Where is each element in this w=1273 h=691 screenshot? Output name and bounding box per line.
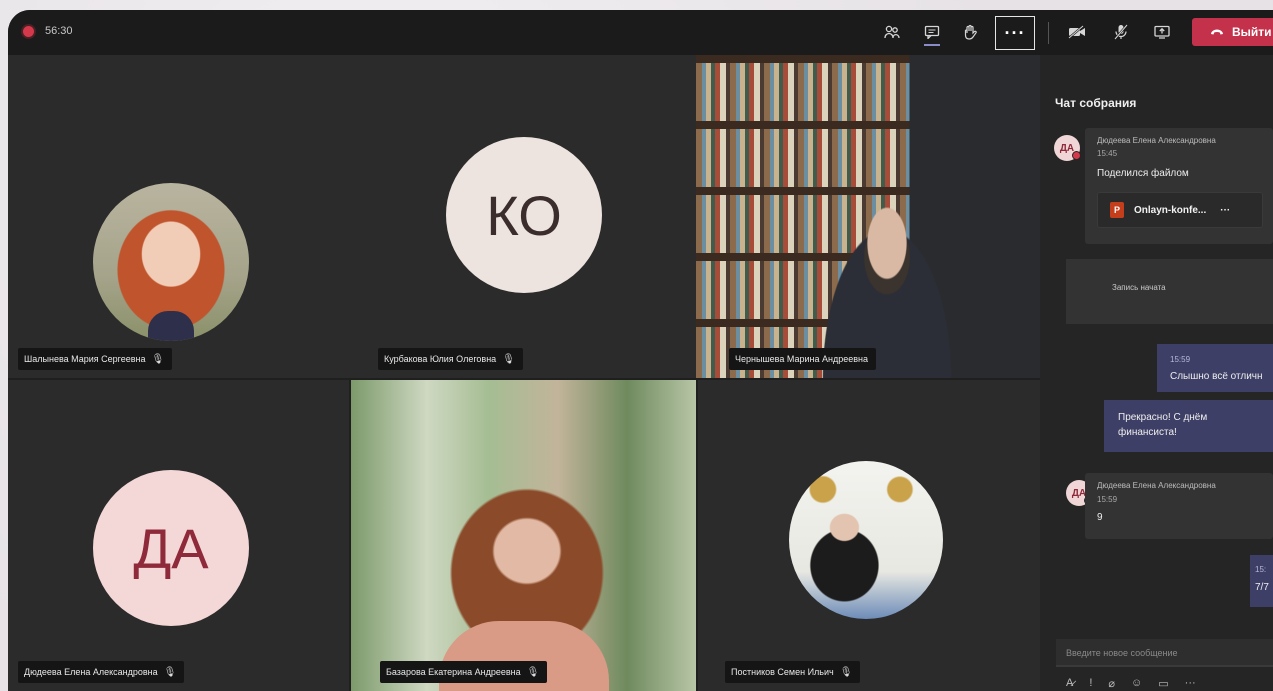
participant-tile[interactable]: ДА Дюдеева Елена Александровна 🎙︎ — [8, 380, 349, 691]
participant-nametag: Постников Семен Ильич 🎙︎ — [725, 661, 861, 683]
format-icon[interactable]: A̷ — [1066, 677, 1073, 690]
mic-off-icon: 🎙︎ — [163, 666, 177, 678]
participant-name: Чернышева Марина Андреевна — [735, 354, 868, 364]
participant-name: Базарова Екатерина Андреевна — [386, 667, 521, 677]
message-sender: Дюдеева Елена Александровна — [1097, 136, 1216, 145]
own-message[interactable]: Прекрасно! С днём финансиста! — [1104, 400, 1273, 452]
mic-off-icon: 🎙︎ — [151, 353, 165, 365]
participant-nametag: Шалынева Мария Сергеевна 🎙︎ — [18, 348, 173, 370]
meeting-timer: 56:30 — [45, 25, 73, 37]
participant-video-tile[interactable]: Базарова Екатерина Андреевна 🎙︎ — [351, 380, 696, 691]
message-text: 9 — [1097, 512, 1103, 523]
powerpoint-file-icon: P — [1110, 202, 1124, 218]
share-screen-icon[interactable] — [1148, 18, 1176, 46]
message-time: 15:59 — [1097, 495, 1118, 504]
participant-initials-avatar: КО — [446, 137, 602, 293]
participant-name: Постников Семен Ильич — [731, 667, 834, 677]
meeting-toolbar: 56:30 ··· Выйти — [8, 10, 1273, 55]
file-attachment[interactable]: P Onlayn-konfe... ··· — [1097, 192, 1263, 228]
participant-name: Шалынева Мария Сергеевна — [24, 354, 146, 364]
camera-off-icon[interactable] — [1063, 18, 1091, 46]
toolbar-divider — [1048, 22, 1049, 44]
own-message[interactable]: 15:59 Слышно всё отличн — [1157, 344, 1273, 392]
participant-nametag: Базарова Екатерина Андреевна 🎙︎ — [380, 661, 548, 683]
participant-tile[interactable]: Шалынева Мария Сергеевна 🎙︎ — [8, 55, 351, 378]
gif-icon[interactable]: ▭ — [1158, 677, 1168, 690]
participant-nametag: Дюдеева Елена Александровна 🎙︎ — [18, 661, 185, 683]
meeting-chat-panel: Чат собрания ДА Дюдеева Елена Александро… — [1040, 55, 1273, 691]
chat-message[interactable]: Дюдеева Елена Александровна 15:59 9 — [1085, 473, 1273, 539]
file-more-button[interactable]: ··· — [1220, 205, 1230, 216]
message-sender: Дюдеева Елена Александровна — [1097, 481, 1216, 490]
system-message-text: Запись начата — [1112, 283, 1166, 292]
mic-off-icon: 🎙︎ — [526, 666, 540, 678]
participant-video — [351, 380, 696, 691]
mic-off-icon: 🎙︎ — [502, 353, 515, 365]
phone-hangup-icon — [1211, 29, 1223, 35]
chat-message[interactable]: Дюдеева Елена Александровна 15:45 Подели… — [1085, 128, 1273, 244]
participants-icon[interactable] — [878, 18, 906, 46]
chat-title: Чат собрания — [1055, 96, 1137, 110]
message-text: 7/7 — [1255, 582, 1269, 593]
sender-avatar: ДА — [1054, 135, 1081, 161]
leave-label: Выйти — [1232, 25, 1272, 39]
participant-name: Дюдеева Елена Александровна — [24, 667, 158, 677]
important-icon[interactable]: ! — [1089, 677, 1092, 690]
more-icon[interactable]: ··· — [1185, 677, 1196, 690]
message-time: 15:45 — [1097, 149, 1118, 158]
participant-initials-avatar: ДА — [93, 470, 249, 626]
message-input[interactable]: Введите новое сообщение — [1056, 639, 1273, 667]
chat-icon[interactable] — [918, 18, 946, 46]
leave-button[interactable]: Выйти — [1192, 18, 1273, 46]
message-time: 15: — [1255, 565, 1267, 574]
meeting-window: 56:30 ··· Выйти Шалынева Мария Сергеевна… — [8, 10, 1273, 691]
recording-indicator-icon — [23, 26, 34, 37]
message-text: Слышно всё отличн — [1170, 371, 1263, 382]
mic-off-icon[interactable] — [1107, 18, 1135, 46]
attach-icon[interactable]: ⌀ — [1108, 677, 1115, 690]
participant-tile[interactable]: КО Курбакова Юлия Олеговна 🎙︎ — [351, 55, 696, 378]
participant-name: Курбакова Юлия Олеговна — [384, 354, 497, 364]
system-message: Запись начата — [1066, 259, 1273, 324]
participant-nametag: Чернышева Марина Андреевна — [729, 348, 876, 370]
mic-off-icon: 🎙︎ — [839, 666, 853, 678]
participant-nametag: Курбакова Юлия Олеговна 🎙︎ — [378, 348, 523, 370]
participant-video-tile[interactable]: Чернышева Марина Андреевна — [696, 55, 1040, 378]
participant-tile[interactable]: Постников Семен Ильич 🎙︎ — [698, 380, 1040, 691]
hand-icon[interactable] — [956, 18, 984, 46]
message-time: 15:59 — [1170, 355, 1191, 364]
message-text: Поделился файлом — [1097, 168, 1189, 179]
participant-photo — [789, 461, 943, 619]
emoji-icon[interactable]: ☺ — [1131, 677, 1142, 690]
own-message[interactable]: 15: 7/7 — [1250, 555, 1273, 607]
participant-photo — [93, 183, 249, 341]
file-name: Onlayn-konfe... — [1134, 204, 1207, 216]
screenshot-frame: 56:30 ··· Выйти Шалынева Мария Сергеевна… — [0, 0, 1273, 691]
more-options-button[interactable]: ··· — [995, 16, 1035, 50]
compose-toolbar: A̷ ! ⌀ ☺ ▭ ··· — [1066, 677, 1196, 690]
message-text: Прекрасно! С днём финансиста! — [1118, 412, 1208, 438]
